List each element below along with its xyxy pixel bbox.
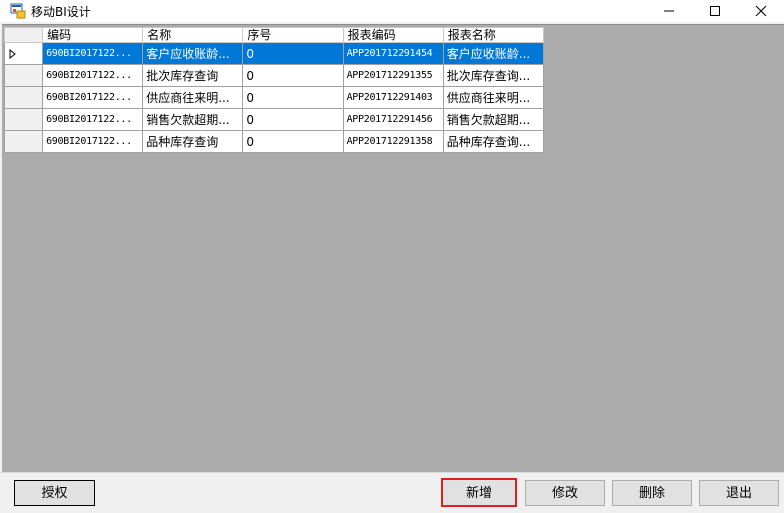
title-bar: 移动BI设计 <box>0 0 784 22</box>
exit-label: 退出 <box>725 486 752 501</box>
cell-code[interactable]: 690BI2017122... <box>42 108 144 131</box>
column-header-seq[interactable]: 序号 <box>242 27 344 43</box>
cell-report-name[interactable]: 品种库存查询... <box>442 130 545 153</box>
cell-code[interactable]: 690BI2017122... <box>42 64 144 87</box>
table-row[interactable]: 690BI2017122... 批次库存查询 0 APP201712291355 批次库… <box>3 64 545 87</box>
authorize-label: 授权 <box>41 486 68 501</box>
exit-button[interactable]: 退出 <box>699 480 779 506</box>
column-header-report-name[interactable]: 报表名称 <box>442 27 545 43</box>
delete-button[interactable]: 删除 <box>612 480 692 506</box>
cell-name[interactable]: 销售欠款超期... <box>142 108 244 131</box>
cell-report-code[interactable]: APP201712291456 <box>342 108 444 131</box>
minimize-button[interactable] <box>646 0 692 22</box>
cell-report-code[interactable]: APP201712291355 <box>342 64 444 87</box>
window-title: 移动BI设计 <box>31 5 91 19</box>
app-window-icon <box>10 3 26 19</box>
cell-seq[interactable]: 0 <box>242 42 344 65</box>
cell-code[interactable]: 690BI2017122... <box>42 130 144 153</box>
data-grid: 编码 名称 序号 报表编码 报表名称 690BI2017122... 客户应收账龄… <box>3 27 545 153</box>
cell-report-name[interactable]: 供应商往来明... <box>442 86 545 109</box>
cell-report-name[interactable]: 销售欠款超期... <box>442 108 545 131</box>
row-header[interactable] <box>3 130 44 153</box>
row-header[interactable] <box>3 108 44 131</box>
cell-report-code[interactable]: APP201712291358 <box>342 130 444 153</box>
cell-name[interactable]: 客户应收账龄... <box>142 42 244 65</box>
current-row-arrow-icon <box>9 48 16 59</box>
grid-header-row: 编码 名称 序号 报表编码 报表名称 <box>3 27 545 43</box>
add-label: 新增 <box>465 486 492 501</box>
cell-report-code[interactable]: APP201712291403 <box>342 86 444 109</box>
close-button[interactable] <box>738 0 784 22</box>
maximize-icon <box>710 6 720 16</box>
cell-seq[interactable]: 0 <box>242 64 344 87</box>
cell-report-code[interactable]: APP201712291454 <box>342 42 444 65</box>
cell-name[interactable]: 品种库存查询 <box>142 130 244 153</box>
cell-report-name[interactable]: 批次库存查询... <box>442 64 545 87</box>
edit-button[interactable]: 修改 <box>525 480 605 506</box>
maximize-button[interactable] <box>692 0 738 22</box>
cell-name[interactable]: 批次库存查询 <box>142 64 244 87</box>
edit-label: 修改 <box>551 486 578 501</box>
add-button[interactable]: 新增 <box>441 478 517 507</box>
cell-name[interactable]: 供应商往来明... <box>142 86 244 109</box>
grid-corner-cell <box>3 27 44 43</box>
row-header[interactable] <box>3 42 44 65</box>
minimize-icon <box>664 10 674 12</box>
cell-seq[interactable]: 0 <box>242 130 344 153</box>
table-row[interactable]: 690BI2017122... 供应商往来明... 0 APP201712291403… <box>3 86 545 109</box>
table-row[interactable]: 690BI2017122... 销售欠款超期... 0 APP201712291456… <box>3 108 545 131</box>
table-row[interactable]: 690BI2017122... 客户应收账龄... 0 APP201712291454… <box>3 42 545 65</box>
cell-report-name[interactable]: 客户应收账龄... <box>442 42 545 65</box>
authorize-button[interactable]: 授权 <box>14 480 95 506</box>
cell-seq[interactable]: 0 <box>242 108 344 131</box>
delete-label: 删除 <box>638 486 665 501</box>
cell-code[interactable]: 690BI2017122... <box>42 42 144 65</box>
row-header[interactable] <box>3 86 44 109</box>
table-row[interactable]: 690BI2017122... 品种库存查询 0 APP201712291358 品种库… <box>3 130 545 153</box>
close-icon <box>755 5 767 17</box>
cell-seq[interactable]: 0 <box>242 86 344 109</box>
row-header[interactable] <box>3 64 44 87</box>
column-header-report-code[interactable]: 报表编码 <box>342 27 444 43</box>
column-header-code[interactable]: 编码 <box>42 27 144 43</box>
cell-code[interactable]: 690BI2017122... <box>42 86 144 109</box>
column-header-name[interactable]: 名称 <box>142 27 244 43</box>
